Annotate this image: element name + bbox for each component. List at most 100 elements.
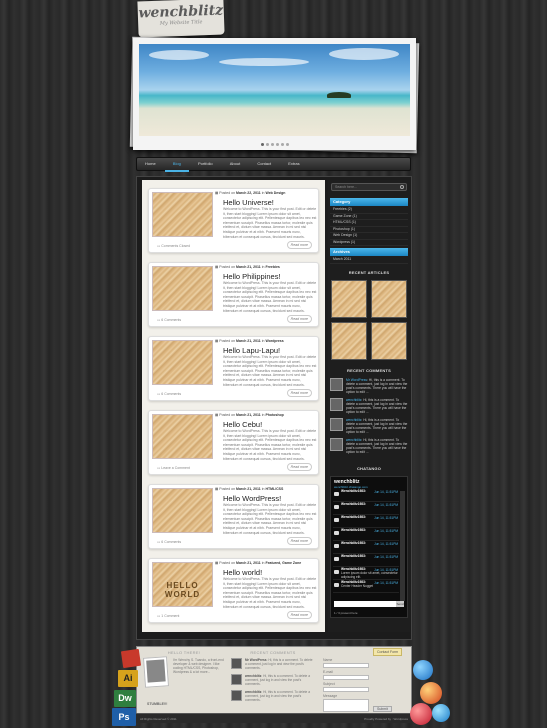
- post-category[interactable]: Wordpress: [265, 339, 283, 343]
- recent-comment[interactable]: wenchblitz: Hi, this is a comment. To de…: [330, 418, 408, 434]
- chat-user[interactable]: Wenchblitz1983:: [341, 489, 366, 493]
- recent-article-thumb[interactable]: [371, 280, 407, 318]
- post-meta: ▦ Posted on March 21, 2011 in Featured, …: [215, 561, 302, 565]
- archive-item[interactable]: March 2011: [330, 257, 408, 264]
- recent-comment-text: wenchblitz: Hi, this is a comment. To de…: [346, 398, 408, 414]
- category-item[interactable]: Wordpress (1): [330, 240, 408, 246]
- thumbnail-caption: HELLO WORLD: [164, 581, 201, 599]
- post-category[interactable]: Photoshop: [265, 413, 283, 417]
- message-icon: [334, 518, 339, 522]
- contact-form-tab[interactable]: Contact Form: [373, 648, 403, 656]
- slide-dot[interactable]: [265, 143, 269, 146]
- contact-message-input[interactable]: [323, 699, 369, 712]
- post-comments-link[interactable]: ▭ 6 Comments: [157, 540, 181, 544]
- post-thumbnail[interactable]: HELLO WORLD: [152, 562, 213, 607]
- recent-comment-text: Mr WordPress: Hi, this is a comment. To …: [346, 378, 408, 394]
- chat-user[interactable]: Wenchblitz1983:: [341, 541, 366, 545]
- slide-dot[interactable]: [260, 143, 264, 146]
- recent-article-thumb[interactable]: [331, 280, 367, 318]
- chat-time: Jun 14, 11:51PM: [374, 542, 398, 546]
- chat-user[interactable]: Wenchblitz1983:: [341, 554, 366, 558]
- nav-home[interactable]: Home: [137, 158, 164, 170]
- slide-dot[interactable]: [285, 143, 289, 146]
- post-title[interactable]: Hello Cebu!: [223, 420, 262, 429]
- slideshow-pager[interactable]: [133, 142, 416, 147]
- footer-comment[interactable]: Mr WordPress: Hi, this is a comment. To …: [231, 658, 315, 672]
- read-more-button[interactable]: Read more: [286, 241, 312, 249]
- nav-contact[interactable]: Contact: [249, 158, 279, 170]
- chat-user[interactable]: Wenchblitz1983:: [341, 515, 366, 519]
- nav-portfolio[interactable]: Portfolio: [190, 158, 221, 170]
- archives-heading: Archives: [330, 248, 408, 256]
- post-comments-link[interactable]: ▭ 6 Comments: [157, 392, 181, 396]
- hero-slideshow[interactable]: [133, 38, 416, 150]
- post-comments-link[interactable]: ▭ Leave a Comment: [157, 466, 190, 470]
- chat-send-button[interactable]: Send: [396, 601, 404, 607]
- nav-extras[interactable]: Extras: [280, 158, 307, 170]
- search-input[interactable]: Search here...: [331, 183, 407, 191]
- post-thumbnail[interactable]: [152, 192, 213, 237]
- category-list: Freebies (2) Game Zone (1) HTML/CSS (1) …: [330, 207, 408, 246]
- contact-subject-input[interactable]: [323, 687, 369, 692]
- read-more-button[interactable]: Read more: [286, 315, 312, 323]
- read-more-button[interactable]: Read more: [286, 389, 312, 397]
- recent-comment[interactable]: Mr WordPress: Hi, this is a comment. To …: [330, 378, 408, 394]
- post-title[interactable]: Hello Universe!: [223, 198, 274, 207]
- recent-comment[interactable]: wenchblitz: Hi, this is a comment. To de…: [330, 438, 408, 454]
- footer-comment[interactable]: wenchblitz: Hi, this is a comment. To de…: [231, 690, 315, 704]
- chat-message: Wenchblitz1983: Jun 14, 11:51PM Lorem ipsu…: [333, 567, 399, 580]
- chat-message: Wenchblitz1983: Jun 14, 11:51PM Center Hea…: [333, 580, 399, 593]
- chat-message: Wenchblitz1983: Jun 14, 11:51PM: [333, 515, 399, 528]
- sidebar: Search here... Category Freebies (2) Gam…: [328, 180, 410, 632]
- contact-name-input[interactable]: [323, 663, 369, 668]
- site-logo[interactable]: wenchblitz My Website Title: [137, 0, 225, 38]
- post-title[interactable]: Hello world!: [223, 568, 262, 577]
- chat-user[interactable]: Wenchblitz1983:: [341, 502, 366, 506]
- post-thumbnail[interactable]: [152, 266, 213, 311]
- post-excerpt: Welcome to WordPress. This is your first…: [223, 429, 317, 461]
- chat-scrollbar[interactable]: [400, 491, 405, 601]
- read-more-button[interactable]: Read more: [286, 611, 312, 619]
- post-category[interactable]: HTML/CSS: [265, 487, 283, 491]
- recent-comment[interactable]: wenchblitz: Hi, this is a comment. To de…: [330, 398, 408, 414]
- contact-message-label: Message: [323, 694, 338, 698]
- post-category[interactable]: Freebies: [265, 265, 279, 269]
- post-thumbnail[interactable]: [152, 488, 213, 533]
- recent-article-thumb[interactable]: [331, 322, 367, 360]
- nav-about[interactable]: About: [222, 158, 248, 170]
- slide-dot[interactable]: [270, 143, 274, 146]
- nav-blog[interactable]: Blog: [164, 158, 189, 172]
- avatar: [330, 438, 343, 451]
- avatar: [231, 658, 242, 669]
- search-placeholder: Search here...: [335, 185, 357, 189]
- stumble-link[interactable]: STUMBLE!!!: [147, 702, 167, 706]
- search-icon[interactable]: [400, 185, 404, 189]
- blog-post: ▦ Posted on March 21, 2011 in Photoshop H…: [148, 410, 319, 475]
- chat-input[interactable]: [334, 601, 398, 607]
- post-comments-link[interactable]: ▭ Comments Closed: [157, 244, 190, 248]
- post-thumbnail[interactable]: [152, 340, 213, 385]
- recent-comments-heading: RECENT COMMENTS: [347, 368, 391, 373]
- post-title[interactable]: Hello Lapu-Lapu!: [223, 346, 280, 355]
- post-title[interactable]: Hello Philippines!: [223, 272, 281, 281]
- avatar: [330, 398, 343, 411]
- post-category[interactable]: Web Design: [265, 191, 285, 195]
- post-comments-link[interactable]: ▭ 6 Comments: [157, 318, 181, 322]
- footer-comment[interactable]: wenchblitz: Hi, this is a comment. To de…: [231, 674, 315, 688]
- read-more-button[interactable]: Read more: [286, 463, 312, 471]
- dreamweaver-box-icon: Dw: [114, 690, 136, 707]
- contact-submit-button[interactable]: Submit: [373, 706, 392, 712]
- post-comments-link[interactable]: ▭ 1 Comment: [157, 614, 179, 618]
- contact-email-input[interactable]: [323, 675, 369, 680]
- recent-article-thumb[interactable]: [371, 322, 407, 360]
- chat-user[interactable]: Wenchblitz1983:: [341, 528, 366, 532]
- blog-post: ▦ Posted on March 21, 2011 in Wordpress H…: [148, 336, 319, 401]
- post-category[interactable]: Featured, Game Zone: [265, 561, 301, 565]
- slide-dot[interactable]: [280, 143, 284, 146]
- chat-time: Jun 14, 11:51PM: [374, 490, 398, 494]
- post-title[interactable]: Hello WordPress!: [223, 494, 281, 503]
- post-thumbnail[interactable]: [152, 414, 213, 459]
- credits[interactable]: Proudly Powered by : Wordpress: [364, 714, 408, 724]
- slide-dot[interactable]: [275, 143, 279, 146]
- read-more-button[interactable]: Read more: [286, 537, 312, 545]
